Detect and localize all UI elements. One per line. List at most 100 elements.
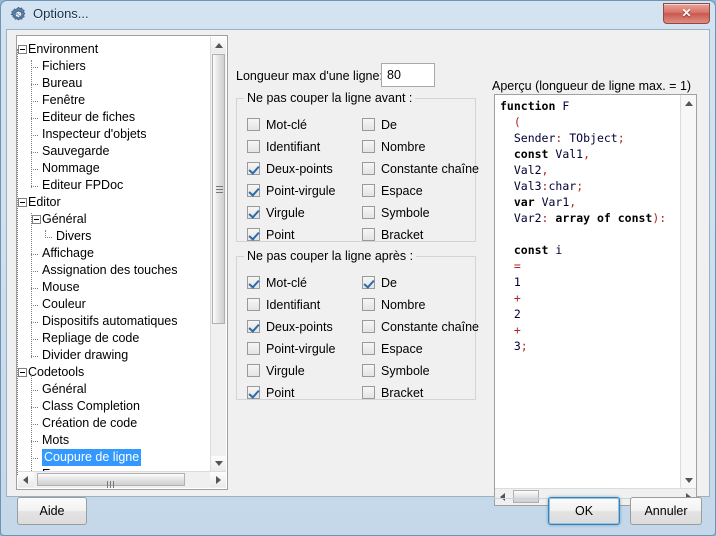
code-line: const Val1,	[500, 146, 666, 162]
options-tree[interactable]: Environment Fichiers Bureau Fenêtre Editeur …	[16, 35, 228, 490]
tree-scroll-up-button[interactable]	[211, 37, 226, 53]
tree-item[interactable]: Création de code	[17, 415, 213, 432]
checkbox-unchecked-icon[interactable]	[247, 118, 260, 131]
tree-item-label: Fenêtre	[42, 93, 86, 107]
tree-item[interactable]: Class Completion	[17, 398, 213, 415]
checkbox-unchecked-icon[interactable]	[362, 228, 375, 241]
tree-item-label: Inspecteur d'objets	[42, 127, 147, 141]
tree-item[interactable]: Editor	[17, 194, 213, 211]
tree-item[interactable]: Fichiers	[17, 58, 213, 75]
code-token: char	[548, 179, 577, 193]
preview-scroll-up-button[interactable]	[681, 95, 696, 111]
code-token: Val3	[500, 179, 542, 193]
line-length-input[interactable]: 80	[381, 63, 435, 87]
tree-item[interactable]: Repliage de code	[17, 330, 213, 347]
tree-item-label: Environment	[28, 42, 99, 56]
checkbox-checked-icon[interactable]	[247, 276, 260, 289]
cancel-button[interactable]: Annuler	[630, 497, 702, 525]
tree-item[interactable]: Editeur FPDoc	[17, 177, 213, 194]
tree-item-label: Divers	[56, 229, 92, 243]
tree-expander-collapse-icon[interactable]	[18, 368, 27, 377]
tree-item[interactable]: Sauvegarde	[17, 143, 213, 160]
tree-vertical-scroll-thumb[interactable]	[212, 54, 225, 324]
chevron-right-icon	[216, 475, 221, 484]
tree-item[interactable]: Assignation des touches	[17, 262, 213, 279]
preview-panel[interactable]: function F ( Sender: TObject; const Val1…	[494, 94, 697, 506]
checkbox-unchecked-icon[interactable]	[362, 140, 375, 153]
checkbox-unchecked-icon[interactable]	[362, 342, 375, 355]
tree-item-label: Affichage	[42, 246, 94, 260]
checkbox-unchecked-icon[interactable]	[362, 206, 375, 219]
checkbox-label: Nombre	[381, 140, 426, 154]
close-button[interactable]: ✕	[663, 3, 710, 24]
preview-code: function F ( Sender: TObject; const Val1…	[500, 98, 666, 354]
tree-horizontal-scroll-thumb[interactable]	[37, 473, 185, 488]
tree-scroll-right-button[interactable]	[210, 472, 226, 487]
preview-scroll-down-button[interactable]	[681, 473, 696, 489]
checkbox-unchecked-icon[interactable]	[247, 298, 260, 311]
tree-item[interactable]: Général	[17, 381, 213, 398]
tree-horizontal-scrollbar[interactable]	[18, 471, 226, 488]
preview-horizontal-scroll-thumb[interactable]	[513, 490, 539, 503]
checkbox-checked-icon[interactable]	[247, 386, 260, 399]
checkbox-unchecked-icon[interactable]	[362, 320, 375, 333]
checkbox-unchecked-icon[interactable]	[362, 162, 375, 175]
tree-item-selected[interactable]: Coupure de ligne	[17, 449, 213, 466]
preview-vertical-scrollbar[interactable]	[680, 95, 696, 489]
tree-item[interactable]: Couleur	[17, 296, 213, 313]
tree-item[interactable]: Général	[17, 211, 213, 228]
code-token: ;	[617, 131, 625, 145]
tree-item[interactable]: Fenêtre	[17, 92, 213, 109]
tree-item[interactable]: Nommage	[17, 160, 213, 177]
tree-item-label: Editeur de fiches	[42, 110, 136, 124]
tree-expander-collapse-icon[interactable]	[18, 45, 27, 54]
checkbox-checked-icon[interactable]	[247, 320, 260, 333]
checkbox-checked-icon[interactable]	[247, 184, 260, 197]
tree-scroll-down-button[interactable]	[211, 456, 226, 472]
tree-expander-collapse-icon[interactable]	[18, 198, 27, 207]
checkbox-unchecked-icon[interactable]	[362, 364, 375, 377]
tree-item[interactable]: Mots	[17, 432, 213, 449]
checkbox-checked-icon[interactable]	[247, 228, 260, 241]
preview-label: Aperçu (longueur de ligne max. = 1)	[492, 79, 692, 93]
tree-item[interactable]: Bureau	[17, 75, 213, 92]
tree-vertical-scrollbar[interactable]	[210, 37, 226, 472]
checkbox-unchecked-icon[interactable]	[362, 118, 375, 131]
tree-expander-collapse-icon[interactable]	[32, 215, 41, 224]
help-button[interactable]: Aide	[17, 497, 87, 525]
close-icon: ✕	[681, 6, 692, 20]
tree-scroll-left-button[interactable]	[18, 472, 34, 487]
tree-item-label: Assignation des touches	[42, 263, 178, 277]
checkbox-checked-icon[interactable]	[362, 276, 375, 289]
code-token: i	[548, 243, 563, 257]
tree-item[interactable]: Editeur de fiches	[17, 109, 213, 126]
checkbox-checked-icon[interactable]	[247, 206, 260, 219]
code-token: Sender	[500, 131, 556, 145]
tree-item-label: Codetools	[28, 365, 85, 379]
checkbox-label: Point	[266, 228, 295, 242]
code-line: 3;	[500, 338, 666, 354]
checkbox-unchecked-icon[interactable]	[362, 298, 375, 311]
checkbox-unchecked-icon[interactable]	[247, 140, 260, 153]
tree-item[interactable]: Environment	[17, 41, 213, 58]
tree-item[interactable]: Affichage	[17, 245, 213, 262]
tree-item[interactable]: Inspecteur d'objets	[17, 126, 213, 143]
tree-connector	[17, 49, 19, 476]
checkbox-unchecked-icon[interactable]	[362, 184, 375, 197]
code-token: 3	[500, 339, 521, 353]
checkbox-label: Deux-points	[266, 320, 333, 334]
ok-button[interactable]: OK	[548, 497, 620, 525]
tree-item[interactable]: Divider drawing	[17, 347, 213, 364]
checkbox-unchecked-icon[interactable]	[362, 386, 375, 399]
grip-icon	[107, 477, 116, 490]
line-length-label: Longueur max d'une ligne:	[236, 69, 383, 83]
tree-item[interactable]: Mouse	[17, 279, 213, 296]
preview-scroll-left-button[interactable]	[495, 489, 511, 504]
tree-item[interactable]: Dispositifs automatiques	[17, 313, 213, 330]
checkbox-unchecked-icon[interactable]	[247, 364, 260, 377]
checkbox-unchecked-icon[interactable]	[247, 342, 260, 355]
code-token: F	[555, 99, 570, 113]
checkbox-checked-icon[interactable]	[247, 162, 260, 175]
tree-item[interactable]: Codetools	[17, 364, 213, 381]
